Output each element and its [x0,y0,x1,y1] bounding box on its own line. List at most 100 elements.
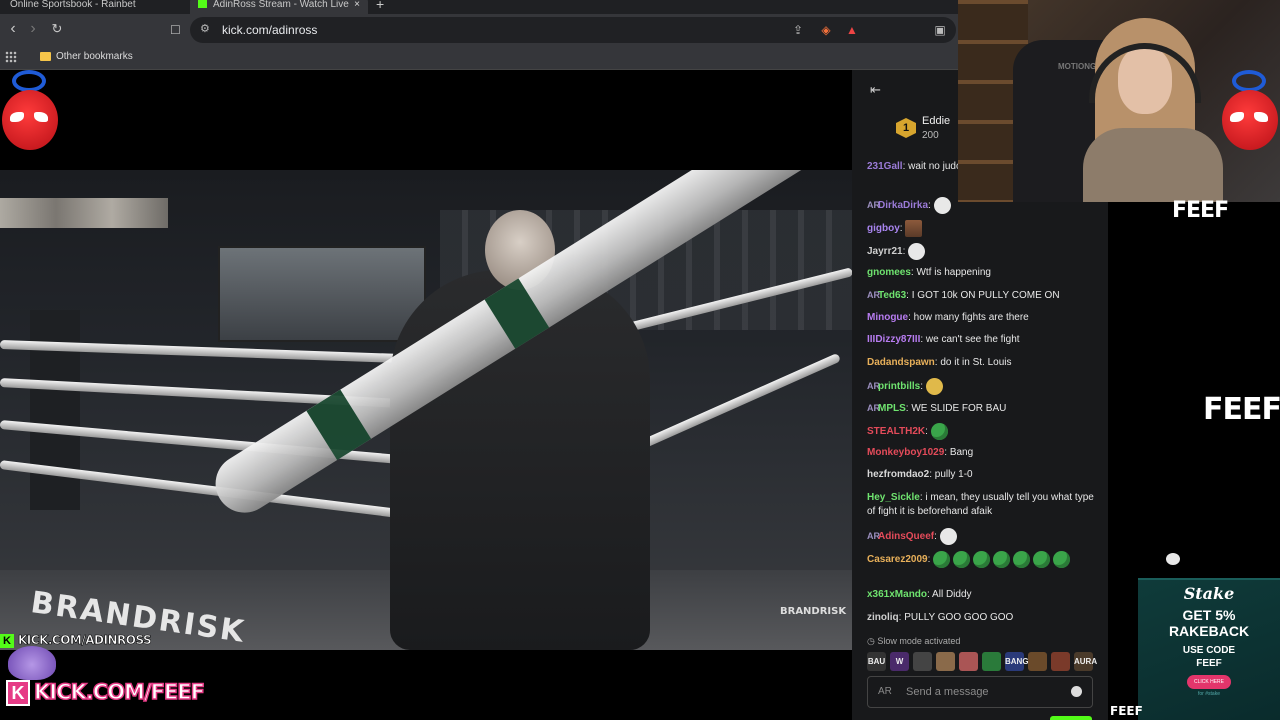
emote-icon [908,243,926,260]
chat-username[interactable]: 231Gall [867,161,903,172]
url-text[interactable]: kick.com/adinross [222,17,317,43]
chat-username[interactable]: Jayrr21 [867,246,903,257]
emote-bar-item[interactable]: W [890,652,909,671]
chat-username[interactable]: gnomees [867,267,911,278]
emote-icon [973,551,991,568]
chat-message: ARMPLS: WE SLIDE FOR BAU [867,403,1007,414]
emote-bar-item[interactable]: AURA [1074,652,1097,671]
tab-rainbet[interactable]: Online Sportsbook - Rainbet [10,0,136,14]
emote-bar-item[interactable]: BANG [1005,652,1029,671]
chat-username[interactable]: Hey_Sickle [867,492,920,503]
rank-badge: 1 [896,118,916,138]
emote-bar-item[interactable] [913,652,932,671]
chat-message: ARAdinsQueef: [867,528,1103,545]
chat-message: gigboy: [867,220,1103,237]
back-icon[interactable]: ‹ [4,20,22,38]
chat-placeholder: Send a message [906,686,989,698]
chat-message: x361xMando: All Diddy [867,589,972,600]
new-tab-icon[interactable]: + [376,0,384,12]
emote-icon [953,551,971,568]
stake-ad[interactable]: Stake GET 5% RAKEBACK USE CODE FEEF CLIC… [1138,578,1280,720]
chat-username[interactable]: Casarez2009 [867,554,928,565]
chat-username[interactable]: Monkeyboy1029 [867,447,944,458]
reload-icon[interactable]: ↻ [48,20,66,38]
chat-username[interactable]: DirkaDirka [878,200,928,211]
share-icon[interactable]: ⇪ [790,22,806,38]
chat-message: Monkeyboy1029: Bang [867,447,974,458]
chat-text: PULLY GOO GOO GOO [904,612,1014,623]
emote-bar: BAU W BANG AURA [867,652,1097,672]
chat-text: do it in St. Louis [940,357,1012,368]
bookmark-folder-other[interactable]: Other bookmarks [56,46,133,68]
video-player[interactable]: BRANDRISK BRANDRISK [0,70,852,650]
emote-bar-item[interactable] [1051,652,1070,671]
sidebar-icon[interactable]: ▣ [932,22,948,38]
chat-message: ARprintbills: [867,378,1103,395]
address-bar[interactable]: ⚙ kick.com/adinross ⇪ ◈ ▲ ▣ [190,17,956,43]
chat-username[interactable]: MPLS [878,403,906,414]
rewards-icon[interactable]: ▲ [844,22,860,38]
user-badge-icon: AR [867,531,880,542]
chat-username[interactable]: printbills [878,381,920,392]
stake-line1: GET 5% [1182,607,1236,623]
screen-root: Online Sportsbook - Rainbet AdinRoss Str… [0,0,1280,720]
brave-shield-icon[interactable]: ◈ [818,22,834,38]
cat-mascot-icon [8,646,56,680]
chat-text: All Diddy [932,589,972,600]
emote-icon [933,551,951,568]
chat-message: zinoliq: PULLY GOO GOO GOO [867,612,1014,623]
chat-username[interactable]: x361xMando [867,589,927,600]
collapse-chat-icon[interactable]: ⇤ [870,82,881,98]
emote-bar-item[interactable] [982,652,1001,671]
chat-username[interactable]: AdinsQueef [878,531,934,542]
emote-bar-item[interactable] [959,652,978,671]
chat-message: Minogue: how many fights are there [867,312,1029,323]
chat-message: Dadandspawn: do it in St. Louis [867,357,1012,368]
kick-feef-text: KICK.COM/FEEF [33,679,205,705]
chat-username[interactable]: Dadandspawn [867,357,935,368]
chat-username[interactable]: IIIDizzy87III [867,334,920,345]
chat-text: I GOT 10k ON PULLY COME ON [911,290,1060,301]
tab-kick-adinross[interactable]: AdinRoss Stream - Watch Live × [190,0,368,14]
stake-logo: Stake [1183,584,1235,603]
chat-input[interactable]: AR Send a message [867,676,1093,708]
emote-icon [1033,551,1051,568]
chat-username[interactable]: STEALTH2K [867,426,925,437]
chat-username[interactable]: Ted63 [878,290,906,301]
chat-username[interactable]: hezfromdao2 [867,469,929,480]
close-tab-icon[interactable]: × [354,0,360,14]
ring-rope [618,352,842,459]
chat-message: IIIDizzy87III: we can't see the fight [867,334,1020,345]
ring-post [30,310,80,510]
chat-text: WE SLIDE FOR BAU [911,403,1007,414]
chat-message: hezfromdao2: pully 1-0 [867,469,973,480]
emote-icon [1013,551,1031,568]
spiderman-icon [1220,70,1280,150]
apps-grid-icon[interactable] [5,51,17,63]
chat-text: pully 1-0 [934,469,973,480]
feef-logo-corner: FEEF [1110,704,1143,718]
browser-toolbar: ‹ › ↻ ☐ ⚙ kick.com/adinross ⇪ ◈ ▲ ▣ [0,14,958,46]
slow-mode-notice: ◷ Slow mode activated [867,636,961,646]
chat-message: ARTed63: I GOT 10k ON PULLY COME ON [867,290,1060,301]
site-info-icon[interactable]: ⚙ [200,23,212,35]
kick-favicon-icon [198,0,207,8]
chat-username[interactable]: Minogue [867,312,908,323]
chat-username[interactable]: gigboy [867,223,900,234]
forward-icon[interactable]: › [24,20,42,38]
emote-bar-item[interactable] [936,652,955,671]
bookmark-icon[interactable]: ☐ [170,23,181,37]
emote-bar-item[interactable]: BAU [867,652,886,671]
boxing-ring-scene: BRANDRISK BRANDRISK [0,170,852,650]
emote-bar-item[interactable] [1028,652,1047,671]
chat-username[interactable]: zinoliq [867,612,899,623]
feef-logo-mid: FEEF [1203,392,1280,427]
spiderman-icon [0,70,60,150]
stake-line3: USE CODE [1182,645,1236,656]
stake-click-button[interactable]: CLICK HERE [1187,675,1231,689]
chat-text: how many fights are there [913,312,1029,323]
leader-name: Eddie [922,115,951,127]
emoji-icon[interactable] [1071,686,1082,697]
leaderboard-item[interactable]: 1 Eddie 200 [896,114,952,142]
send-button[interactable] [1050,716,1092,720]
